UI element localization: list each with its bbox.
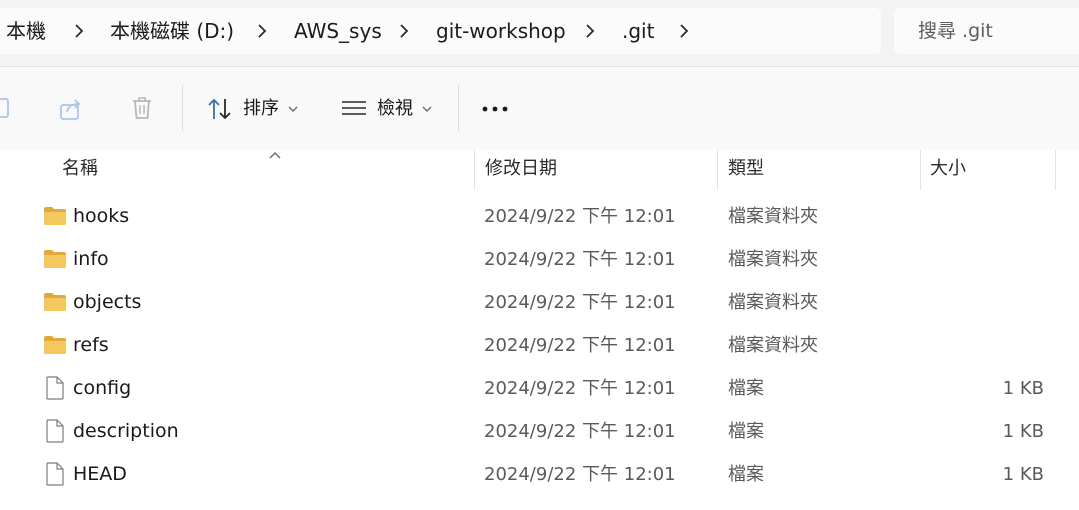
chevron-right-icon[interactable] (583, 23, 597, 39)
file-name: description (73, 420, 179, 442)
file-name: refs (73, 334, 109, 356)
chevron-down-icon (288, 106, 298, 112)
column-divider[interactable] (1055, 150, 1056, 190)
file-type: 檔案 (728, 378, 764, 399)
address-bar-area: 本機 本機磁碟 (D:) AWS_sys git-workshop .git 搜… (0, 0, 1079, 66)
chevron-right-icon[interactable] (72, 23, 86, 39)
breadcrumb-item-git-workshop[interactable]: git-workshop (436, 8, 566, 54)
file-name: hooks (73, 205, 130, 227)
search-box[interactable]: 搜尋 .git (894, 8, 1079, 54)
column-header-modified[interactable]: 修改日期 (485, 150, 557, 190)
folder-icon (44, 207, 66, 225)
chevron-right-icon[interactable] (677, 23, 691, 39)
list-item[interactable]: description 2024/9/22 下午 12:01 檔案 1 KB (10, 410, 1079, 453)
file-icon (46, 376, 64, 400)
folder-icon (44, 250, 66, 268)
file-size: 1 KB (1002, 378, 1044, 399)
file-modified: 2024/9/22 下午 12:01 (484, 249, 676, 270)
file-name: HEAD (73, 463, 127, 485)
column-header-row: 名稱 修改日期 類型 大小 (10, 150, 1079, 190)
breadcrumb-item-git[interactable]: .git (622, 8, 654, 54)
sort-label: 排序 (243, 98, 279, 119)
breadcrumb[interactable]: 本機 本機磁碟 (D:) AWS_sys git-workshop .git (0, 8, 881, 54)
file-icon (46, 462, 64, 486)
search-input[interactable]: 搜尋 .git (918, 8, 993, 54)
folder-icon (44, 336, 66, 354)
list-item[interactable]: config 2024/9/22 下午 12:01 檔案 1 KB (10, 367, 1079, 410)
toolbar-separator (458, 85, 459, 131)
list-item[interactable]: refs 2024/9/22 下午 12:01 檔案資料夾 (10, 324, 1079, 367)
file-icon (46, 419, 64, 443)
command-bar: 排序 檢視 (0, 66, 1079, 151)
paste-icon[interactable] (0, 97, 12, 121)
file-modified: 2024/9/22 下午 12:01 (484, 378, 676, 399)
folder-icon (44, 293, 66, 311)
column-header-name[interactable]: 名稱 (62, 150, 98, 190)
file-name: config (73, 377, 132, 399)
breadcrumb-item-drive-d[interactable]: 本機磁碟 (D:) (110, 8, 234, 54)
file-modified: 2024/9/22 下午 12:01 (484, 335, 676, 356)
file-type: 檔案 (728, 464, 764, 485)
column-header-type[interactable]: 類型 (728, 150, 764, 190)
toolbar-separator (182, 85, 183, 131)
chevron-right-icon[interactable] (255, 23, 269, 39)
list-item[interactable]: HEAD 2024/9/22 下午 12:01 檔案 1 KB (10, 453, 1079, 496)
column-divider[interactable] (717, 150, 718, 190)
view-label: 檢視 (377, 98, 413, 119)
file-type: 檔案資料夾 (728, 249, 818, 270)
breadcrumb-item-aws-sys[interactable]: AWS_sys (294, 8, 382, 54)
list-item[interactable]: hooks 2024/9/22 下午 12:01 檔案資料夾 (10, 195, 1079, 238)
file-size: 1 KB (1002, 464, 1044, 485)
sort-icon (208, 98, 231, 120)
delete-icon[interactable] (130, 95, 154, 121)
breadcrumb-item-this-pc[interactable]: 本機 (6, 8, 46, 54)
chevron-right-icon[interactable] (397, 23, 411, 39)
sort-button[interactable]: 排序 (196, 67, 308, 150)
file-type: 檔案資料夾 (728, 206, 818, 227)
file-list: 名稱 修改日期 類型 大小 hooks 2024/9/22 下午 12:01 檔… (0, 150, 1079, 510)
view-list-icon (342, 101, 366, 115)
share-icon[interactable] (58, 96, 84, 122)
file-modified: 2024/9/22 下午 12:01 (484, 292, 676, 313)
file-modified: 2024/9/22 下午 12:01 (484, 421, 676, 442)
column-divider[interactable] (474, 150, 475, 190)
column-header-size[interactable]: 大小 (930, 150, 966, 190)
file-modified: 2024/9/22 下午 12:01 (484, 206, 676, 227)
file-name: info (73, 248, 109, 270)
file-modified: 2024/9/22 下午 12:01 (484, 464, 676, 485)
more-options-icon[interactable] (481, 105, 509, 113)
file-name: objects (73, 291, 142, 313)
view-button[interactable]: 檢視 (338, 67, 442, 150)
file-type: 檔案資料夾 (728, 292, 818, 313)
list-item[interactable]: info 2024/9/22 下午 12:01 檔案資料夾 (10, 238, 1079, 281)
sort-ascending-icon (269, 152, 281, 159)
chevron-down-icon (422, 106, 432, 112)
file-type: 檔案資料夾 (728, 335, 818, 356)
list-item[interactable]: objects 2024/9/22 下午 12:01 檔案資料夾 (10, 281, 1079, 324)
file-type: 檔案 (728, 421, 764, 442)
file-size: 1 KB (1002, 421, 1044, 442)
column-divider[interactable] (920, 150, 921, 190)
